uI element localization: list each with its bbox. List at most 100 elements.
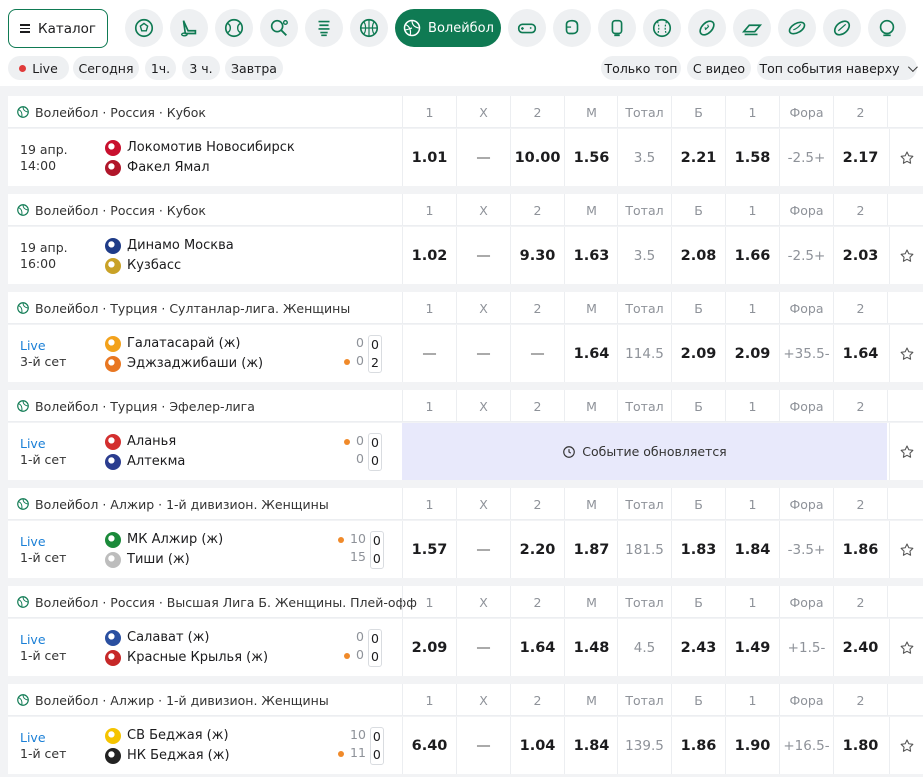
odds-cell[interactable]: 1.49 bbox=[725, 619, 779, 676]
event-card: Волейбол · Алжир · 1-й дивизион. Женщины… bbox=[8, 684, 923, 774]
esports-icon[interactable] bbox=[508, 9, 546, 47]
filter-live[interactable]: Live bbox=[8, 56, 69, 80]
filter-3h[interactable]: 3 ч. bbox=[182, 56, 220, 80]
odds-cell[interactable]: 2.20 bbox=[510, 521, 564, 578]
odds-cell[interactable]: 6.40 bbox=[402, 717, 456, 774]
basketball-icon[interactable] bbox=[350, 9, 388, 47]
odds-cell[interactable]: 1.02 bbox=[402, 227, 456, 284]
clock-icon bbox=[563, 445, 576, 458]
odds-cell[interactable]: 1.63 bbox=[564, 227, 618, 284]
teams[interactable]: Динамо Москва Кузбасс bbox=[105, 227, 234, 284]
favorite-button[interactable] bbox=[889, 227, 923, 284]
odds-cell[interactable]: 2.21 bbox=[671, 129, 725, 186]
volleyball-tab[interactable]: Волейбол bbox=[395, 9, 501, 47]
odds-cell[interactable]: 2.09 bbox=[671, 325, 725, 382]
column-header: X bbox=[456, 390, 510, 422]
odds-cell: 3.5 bbox=[617, 129, 671, 186]
odds-cell[interactable]: 1.57 bbox=[402, 521, 456, 578]
baseball-icon[interactable] bbox=[643, 9, 681, 47]
odds-cell[interactable]: 2.17 bbox=[833, 129, 887, 186]
column-header: 2 bbox=[833, 96, 887, 128]
odds-cell[interactable]: 2.09 bbox=[725, 325, 779, 382]
teams[interactable]: Галатасарай (ж) Эджзаджибаши (ж) bbox=[105, 325, 263, 382]
odds-cell[interactable]: 1.64 bbox=[510, 619, 564, 676]
league-name: Волейбол · Россия · Кубок bbox=[35, 104, 206, 120]
odds-cell[interactable]: 1.64 bbox=[833, 325, 887, 382]
odds-cell[interactable]: 1.83 bbox=[671, 521, 725, 578]
league-title[interactable]: Волейбол · Турция · Султанлар-лига. Женщ… bbox=[16, 292, 350, 324]
favorite-button[interactable] bbox=[889, 129, 923, 186]
sort-dropdown[interactable]: Топ события наверху bbox=[757, 56, 918, 80]
odds-cell[interactable]: 1.90 bbox=[725, 717, 779, 774]
league-title[interactable]: Волейбол · Россия · Высшая Лига Б. Женщи… bbox=[16, 586, 417, 618]
favorite-button[interactable] bbox=[889, 717, 923, 774]
teams[interactable]: СВ Беджая (ж) НК Беджая (ж) bbox=[105, 717, 230, 774]
odds-cell[interactable]: 2.43 bbox=[671, 619, 725, 676]
filter-with-video-label: С видео bbox=[692, 60, 746, 76]
odds-cell[interactable]: 2.09 bbox=[402, 619, 456, 676]
odds-cell[interactable]: 1.87 bbox=[564, 521, 618, 578]
odds-cell[interactable]: 10.00 bbox=[510, 129, 564, 186]
league-title[interactable]: Волейбол · Россия · Кубок bbox=[16, 96, 206, 128]
cricket-icon[interactable] bbox=[823, 9, 861, 47]
odds-cell[interactable]: 2.03 bbox=[833, 227, 887, 284]
tennis-icon[interactable] bbox=[215, 9, 253, 47]
column-header: 2 bbox=[833, 292, 887, 324]
more-icon[interactable] bbox=[868, 9, 906, 47]
odds-cell[interactable]: 1.56 bbox=[564, 129, 618, 186]
favorite-button[interactable] bbox=[889, 325, 923, 382]
catalog-button[interactable]: Каталог bbox=[8, 9, 108, 48]
teams[interactable]: Салават (ж) Красные Крылья (ж) bbox=[105, 619, 268, 676]
team-name: НК Беджая (ж) bbox=[127, 748, 230, 763]
league-title[interactable]: Волейбол · Алжир · 1-й дивизион. Женщины bbox=[16, 684, 329, 716]
point-score-text: 10 bbox=[350, 727, 366, 742]
odds-cell[interactable]: 9.30 bbox=[510, 227, 564, 284]
odds-cell[interactable]: 1.66 bbox=[725, 227, 779, 284]
table-tennis-icon[interactable] bbox=[260, 9, 298, 47]
team-row: Кузбасс bbox=[105, 257, 234, 274]
odds-cell[interactable]: 1.01 bbox=[402, 129, 456, 186]
basketball-stack-icon[interactable] bbox=[305, 9, 343, 47]
odds-cell[interactable]: 1.86 bbox=[833, 521, 887, 578]
team-row: МК Алжир (ж) bbox=[105, 531, 223, 548]
filter-tomorrow[interactable]: Завтра bbox=[225, 56, 283, 80]
football-icon[interactable] bbox=[125, 9, 163, 47]
odds-cell[interactable]: 1.84 bbox=[564, 717, 618, 774]
odds-cell[interactable]: 1.48 bbox=[564, 619, 618, 676]
teams[interactable]: Аланья Алтекма bbox=[105, 423, 185, 480]
team-row: Аланья bbox=[105, 433, 185, 450]
serve-indicator-icon bbox=[344, 438, 350, 445]
american-football-icon[interactable] bbox=[688, 9, 726, 47]
teams[interactable]: МК Алжир (ж) Тиши (ж) bbox=[105, 521, 223, 578]
column-header: Тотал bbox=[617, 194, 671, 226]
favorite-button[interactable] bbox=[889, 423, 923, 480]
league-title[interactable]: Волейбол · Турция · Эфелер-лига bbox=[16, 390, 255, 422]
event-header: Волейбол · Турция · Эфелер-лига 1 X 2 М Тотал… bbox=[8, 390, 923, 422]
hockey-icon[interactable] bbox=[170, 9, 208, 47]
filter-1h[interactable]: 1ч. bbox=[145, 56, 176, 80]
teams[interactable]: Локомотив Новосибирск Факел Ямал bbox=[105, 129, 295, 186]
favorite-button[interactable] bbox=[889, 619, 923, 676]
favorite-button[interactable] bbox=[889, 521, 923, 578]
team-row: Динамо Москва bbox=[105, 237, 234, 254]
odds-cell[interactable]: 1.58 bbox=[725, 129, 779, 186]
set-score-value: 2 bbox=[370, 355, 379, 370]
odds-cell[interactable]: 1.64 bbox=[564, 325, 618, 382]
column-header: Фора bbox=[779, 390, 833, 422]
odds-cell[interactable]: 1.86 bbox=[671, 717, 725, 774]
mma-icon[interactable] bbox=[598, 9, 636, 47]
league-title[interactable]: Волейбол · Россия · Кубок bbox=[16, 194, 206, 226]
formula1-icon[interactable] bbox=[733, 9, 771, 47]
filter-with-video[interactable]: С видео bbox=[687, 56, 751, 80]
odds-cell[interactable]: 2.40 bbox=[833, 619, 887, 676]
odds-cell[interactable]: 1.04 bbox=[510, 717, 564, 774]
league-title[interactable]: Волейбол · Алжир · 1-й дивизион. Женщины bbox=[16, 488, 329, 520]
point-score-text: 0 bbox=[356, 629, 364, 644]
boxing-icon[interactable] bbox=[553, 9, 591, 47]
filter-top-only[interactable]: Только топ bbox=[601, 56, 681, 80]
odds-cell[interactable]: 1.84 bbox=[725, 521, 779, 578]
rugby-icon[interactable] bbox=[778, 9, 816, 47]
filter-today[interactable]: Сегодня bbox=[73, 56, 139, 80]
odds-cell[interactable]: 1.80 bbox=[833, 717, 887, 774]
odds-cell[interactable]: 2.08 bbox=[671, 227, 725, 284]
